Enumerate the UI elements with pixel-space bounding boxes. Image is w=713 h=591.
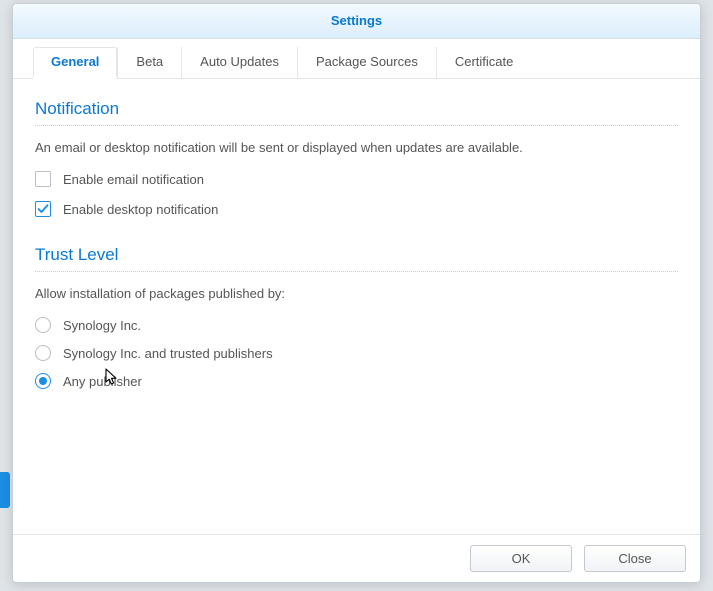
radio-row-trusted[interactable]: Synology Inc. and trusted publishers [35,345,678,361]
checkbox-desktop[interactable] [35,201,51,217]
close-button[interactable]: Close [584,545,686,572]
checkbox-row-desktop[interactable]: Enable desktop notification [35,201,678,217]
divider [35,125,678,126]
ok-button[interactable]: OK [470,545,572,572]
tab-package-sources[interactable]: Package Sources [298,47,437,78]
trust-description: Allow installation of packages published… [35,286,678,301]
radio-trusted[interactable] [35,345,51,361]
tab-certificate[interactable]: Certificate [437,47,532,78]
radio-row-any[interactable]: Any publisher [35,373,678,389]
trust-heading: Trust Level [35,245,678,265]
checkbox-row-email[interactable]: Enable email notification [35,171,678,187]
notification-heading: Notification [35,99,678,119]
modal-title: Settings [13,4,700,39]
radio-synology-label: Synology Inc. [63,318,141,333]
footer: OK Close [13,534,700,582]
content-area: Notification An email or desktop notific… [13,79,700,534]
radio-trusted-label: Synology Inc. and trusted publishers [63,346,273,361]
settings-modal: Settings General Beta Auto Updates Packa… [12,3,701,583]
tab-general[interactable]: General [33,47,118,78]
tabs-bar: General Beta Auto Updates Package Source… [13,39,700,79]
tab-beta[interactable]: Beta [118,47,182,78]
checkbox-desktop-label: Enable desktop notification [63,202,218,217]
radio-any[interactable] [35,373,51,389]
left-accent-strip [0,472,10,508]
radio-synology[interactable] [35,317,51,333]
check-icon [37,203,49,215]
checkbox-email[interactable] [35,171,51,187]
divider [35,271,678,272]
radio-row-synology[interactable]: Synology Inc. [35,317,678,333]
tab-auto-updates[interactable]: Auto Updates [182,47,298,78]
radio-any-label: Any publisher [63,374,142,389]
notification-description: An email or desktop notification will be… [35,140,678,155]
checkbox-email-label: Enable email notification [63,172,204,187]
